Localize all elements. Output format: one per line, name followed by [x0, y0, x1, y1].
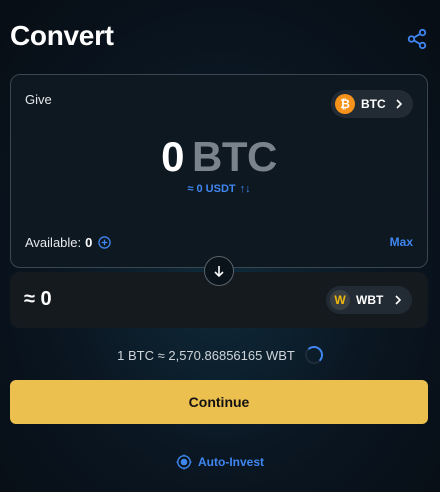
- continue-button[interactable]: Continue: [10, 380, 428, 424]
- give-amount-value[interactable]: 0: [161, 133, 184, 180]
- usdt-equivalent-text: ≈ 0 USDT: [187, 183, 236, 195]
- bitcoin-icon: ₿: [335, 94, 355, 114]
- whitebit-icon: W: [330, 290, 350, 310]
- arrow-down-icon: [214, 266, 224, 278]
- auto-invest-icon: [176, 454, 192, 470]
- rate-refresh-spinner-icon: [304, 346, 323, 364]
- swap-units-icon[interactable]: ↑↓: [240, 183, 251, 195]
- auto-invest-link[interactable]: Auto-Invest: [0, 454, 440, 470]
- swap-direction-button[interactable]: [204, 256, 234, 286]
- available-value: 0: [85, 235, 93, 250]
- available-balance: Available: 0: [25, 235, 112, 250]
- page-title: Convert: [10, 20, 114, 51]
- receive-amount: ≈ 0: [24, 288, 52, 310]
- chevron-right-icon: [396, 99, 403, 109]
- give-amount-currency: BTC: [192, 133, 277, 180]
- exchange-rate-text: 1 BTC ≈ 2,570.86856165 WBT: [117, 347, 295, 363]
- receive-coin-selector[interactable]: W WBT: [326, 286, 412, 314]
- usdt-equivalent: ≈ 0 USDT ↑↓: [11, 183, 427, 195]
- auto-invest-label[interactable]: Auto-Invest: [198, 455, 264, 469]
- give-amount-display[interactable]: 0 BTC: [11, 133, 427, 181]
- give-label: Give: [25, 92, 52, 107]
- give-coin-selector[interactable]: ₿ BTC: [331, 90, 413, 118]
- receive-coin-name: WBT: [356, 293, 384, 307]
- available-label: Available:: [25, 235, 82, 250]
- chevron-right-icon: [395, 295, 402, 305]
- give-coin-name: BTC: [361, 97, 386, 111]
- give-card: Give ₿ BTC 0 BTC ≈ 0 USDT ↑↓ Available: 0 …: [10, 74, 428, 268]
- max-button[interactable]: Max: [390, 235, 413, 249]
- exchange-rate: 1 BTC ≈ 2,570.86856165 WBT: [0, 346, 440, 364]
- add-funds-plus-icon[interactable]: [98, 236, 112, 249]
- share-icon[interactable]: [406, 28, 428, 50]
